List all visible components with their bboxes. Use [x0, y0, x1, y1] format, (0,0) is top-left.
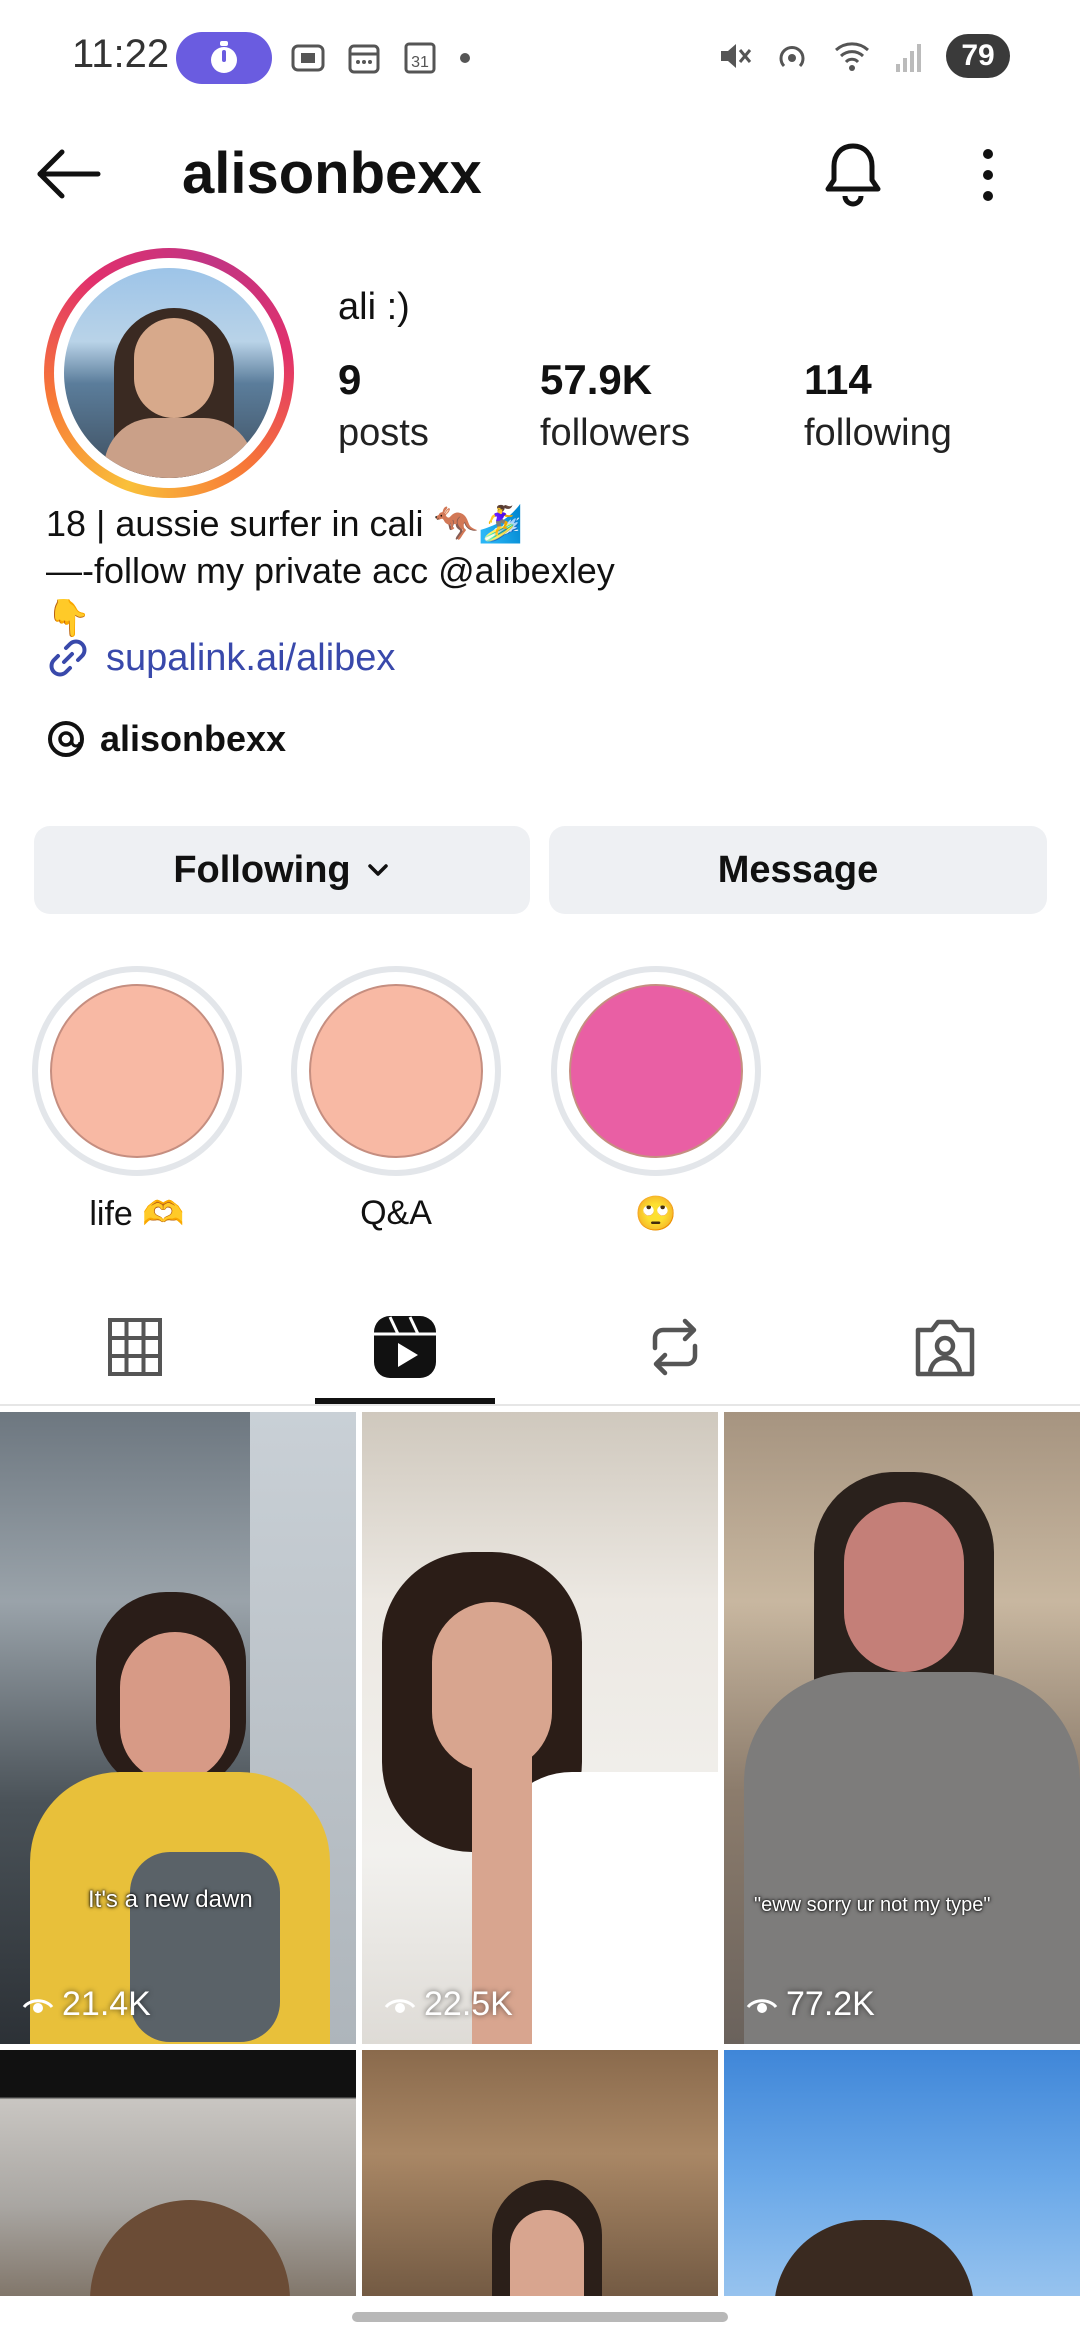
tab-reposts[interactable]	[585, 1290, 765, 1404]
highlight-label: life 🫶	[89, 1195, 185, 1233]
reel-caption: It's a new dawn	[88, 1886, 253, 1913]
back-button[interactable]	[34, 144, 104, 204]
reel-views-count: 21.4K	[62, 1985, 151, 2023]
reel-views: 77.2K	[746, 1985, 875, 2024]
chevron-down-icon	[367, 864, 388, 876]
reels-icon	[374, 1316, 436, 1378]
reel-views: 22.5K	[384, 1985, 513, 2024]
reel-thumbnail[interactable]	[724, 2050, 1080, 2310]
tab-reels[interactable]	[315, 1290, 495, 1404]
stat-label: following	[804, 412, 952, 454]
link-text[interactable]: supalink.ai/alibex	[106, 637, 395, 680]
reel-views-count: 22.5K	[424, 1985, 513, 2023]
avatar	[64, 268, 274, 478]
battery-indicator: 79	[946, 34, 1010, 78]
more-vertical-icon	[983, 149, 993, 201]
header-username: alisonbexx	[182, 141, 482, 206]
bell-icon	[825, 143, 881, 207]
wifi-icon	[835, 42, 869, 71]
story-highlight[interactable]: Q&A	[291, 966, 501, 1233]
highlight-cover	[50, 984, 224, 1158]
threads-badge[interactable]: alisonbexx	[46, 718, 286, 760]
stopwatch-icon	[211, 41, 237, 73]
message-button[interactable]: Message	[549, 826, 1047, 914]
reel-thumbnail[interactable]: "eww sorry ur not my type" 77.2K	[724, 1412, 1080, 2044]
following-label: Following	[173, 848, 351, 891]
notifications-button[interactable]	[820, 138, 886, 208]
calendar-31-icon: 31	[404, 42, 436, 74]
status-notification-icons: 31	[290, 40, 472, 76]
screenshot-icon	[291, 44, 325, 72]
highlight-label: 🙄	[634, 1195, 678, 1233]
stat-label: followers	[540, 412, 690, 454]
home-indicator[interactable]	[352, 2312, 728, 2322]
bio-link[interactable]: supalink.ai/alibex	[46, 636, 395, 680]
stat-value: 114	[804, 356, 872, 403]
stat-following[interactable]: 114 following	[804, 356, 952, 455]
reels-grid: It's a new dawn 21.4K 22.5K "eww sorry u…	[0, 1412, 1080, 2312]
reel-thumbnail[interactable]: It's a new dawn 21.4K	[0, 1412, 356, 2044]
arrow-left-icon	[37, 149, 101, 199]
story-highlight[interactable]: life 🫶	[32, 966, 242, 1234]
tagged-person-icon	[915, 1319, 975, 1377]
bio-line: 18 | aussie surfer in cali 🦘🏄‍♀️	[46, 503, 524, 544]
reel-caption: "eww sorry ur not my type"	[754, 1894, 991, 1916]
bio-line: 👇	[46, 597, 91, 638]
mute-icon	[721, 44, 752, 68]
bio-line[interactable]: —-follow my private acc @alibexley	[46, 547, 615, 594]
status-time: 11:22	[72, 32, 170, 76]
story-highlight[interactable]: 🙄	[551, 966, 761, 1234]
tab-grid[interactable]	[45, 1290, 225, 1404]
threads-handle: alisonbexx	[100, 718, 287, 759]
following-button[interactable]: Following	[34, 826, 530, 914]
svg-text:31: 31	[411, 54, 429, 71]
reel-views-count: 77.2K	[786, 1985, 875, 2023]
reel-thumbnail[interactable]: 22.5K	[362, 1412, 718, 2044]
more-options-button[interactable]	[966, 142, 1010, 208]
stat-followers[interactable]: 57.9K followers	[540, 356, 690, 455]
highlight-cover	[309, 984, 483, 1158]
stat-label: posts	[338, 412, 429, 454]
reel-thumbnail[interactable]	[0, 2050, 356, 2310]
highlight-cover	[569, 984, 743, 1158]
display-name: ali :)	[338, 286, 410, 328]
play-views-icon	[22, 1998, 54, 2013]
highlight-label: Q&A	[360, 1194, 432, 1232]
link-icon	[49, 639, 87, 677]
status-bar: 11:22 31 79	[0, 0, 1080, 120]
threads-icon	[48, 721, 84, 757]
profile-header: alisonbexx	[0, 120, 1080, 230]
message-label: Message	[717, 848, 879, 891]
reel-thumbnail[interactable]	[362, 2050, 718, 2310]
stat-value: 9	[338, 356, 362, 403]
grid-icon	[108, 1318, 162, 1376]
play-views-icon	[746, 1998, 778, 2013]
repost-icon	[652, 1318, 698, 1376]
status-system-icons: 79	[716, 34, 1010, 78]
stat-posts[interactable]: 9 posts	[338, 356, 429, 455]
bio: 18 | aussie surfer in cali 🦘🏄‍♀️ —-follo…	[46, 500, 615, 641]
calendar-icon	[348, 44, 380, 74]
tab-tagged[interactable]	[855, 1290, 1035, 1404]
dot-icon	[460, 53, 470, 63]
play-views-icon	[384, 1998, 416, 2013]
profile-tabs	[0, 1290, 1080, 1404]
profile-avatar-story-ring[interactable]	[44, 248, 294, 498]
signal-icon	[896, 44, 921, 72]
hotspot-icon	[779, 46, 805, 68]
timer-pill[interactable]	[176, 32, 272, 84]
stat-value: 57.9K	[540, 356, 653, 403]
reel-views: 21.4K	[22, 1985, 151, 2024]
